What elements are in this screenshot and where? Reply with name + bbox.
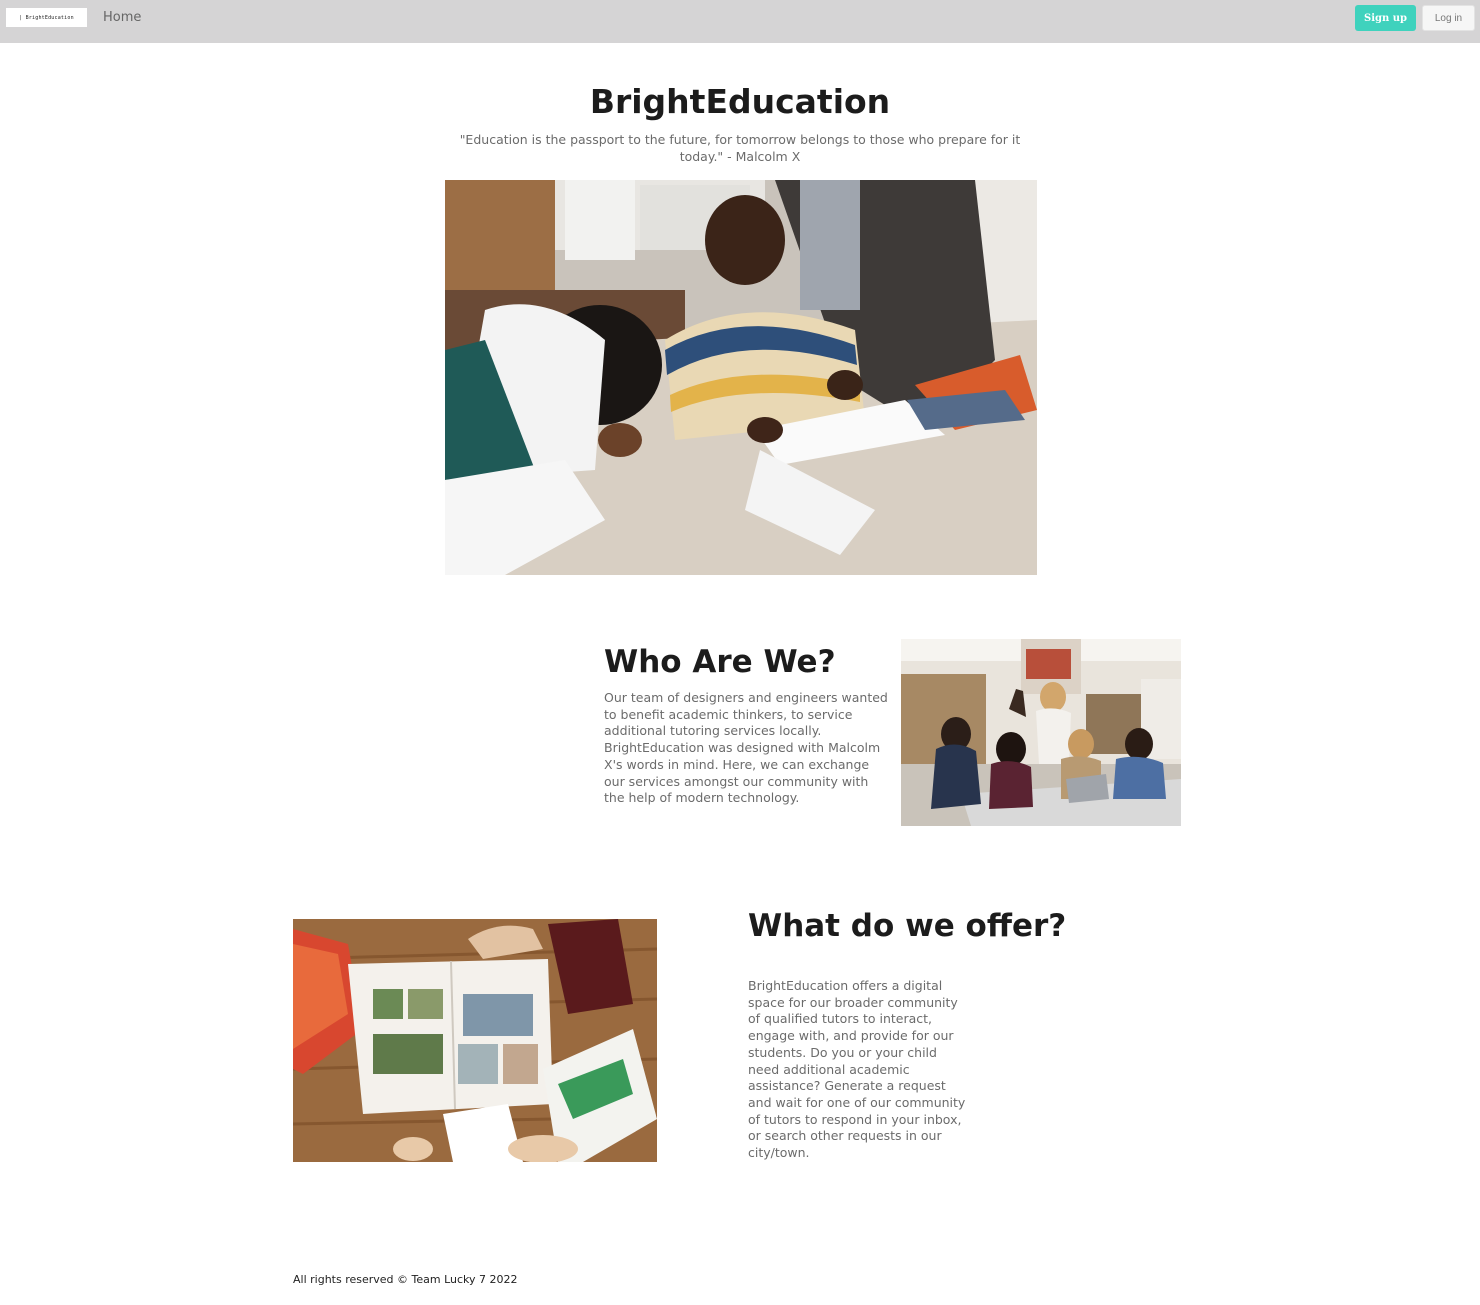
brand-logo-text: | BrightEducation: [19, 14, 74, 21]
hero-classroom-photo: [445, 180, 1037, 575]
login-button[interactable]: Log in: [1422, 5, 1475, 31]
what-we-offer-heading: What do we offer?: [748, 908, 1067, 944]
signup-button[interactable]: Sign up: [1355, 5, 1416, 31]
books-table-photo: [293, 919, 657, 1162]
who-are-we-text: Our team of designers and engineers want…: [604, 690, 888, 806]
footer-copyright: All rights reserved © Team Lucky 7 2022: [293, 1273, 518, 1286]
what-we-offer-text: BrightEducation offers a digital space f…: [748, 978, 966, 1161]
navbar: | BrightEducation Home Sign up Log in: [0, 0, 1480, 43]
hero-quote: "Education is the passport to the future…: [459, 132, 1021, 164]
brand-logo[interactable]: | BrightEducation: [6, 8, 87, 27]
team-library-photo: [901, 639, 1181, 826]
who-are-we-heading: Who Are We?: [604, 644, 836, 680]
page-title: BrightEducation: [589, 82, 891, 121]
nav-home-link[interactable]: Home: [103, 10, 141, 25]
